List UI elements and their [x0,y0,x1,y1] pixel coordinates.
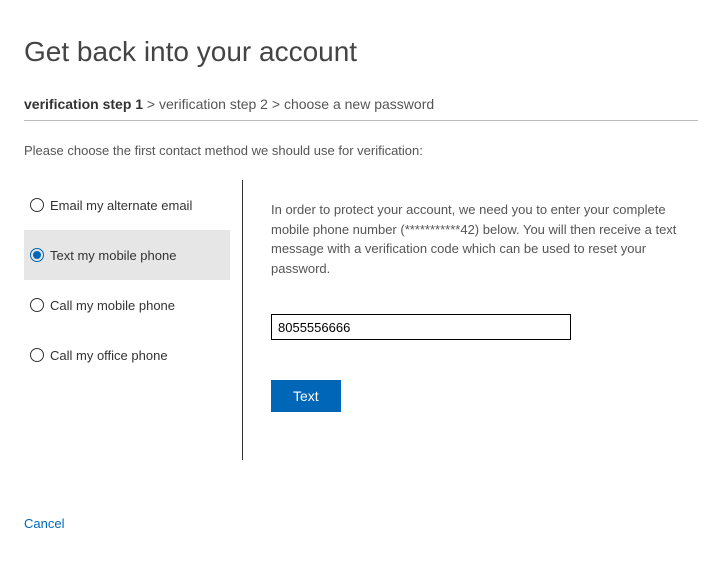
instruction-text: Please choose the first contact method w… [24,143,698,158]
radio-icon [30,198,44,212]
method-label: Call my office phone [50,348,168,363]
method-label: Call my mobile phone [50,298,175,313]
breadcrumb-sep: > [143,96,159,112]
method-description: In order to protect your account, we nee… [271,200,698,278]
phone-input[interactable] [271,314,571,340]
breadcrumb-step1: verification step 1 [24,96,143,112]
divider [24,120,698,121]
verification-area: Email my alternate email Text my mobile … [24,180,698,460]
radio-icon [30,298,44,312]
breadcrumb: verification step 1 > verification step … [24,96,698,112]
method-call-mobile[interactable]: Call my mobile phone [24,280,230,330]
breadcrumb-step2: verification step 2 [159,96,268,112]
breadcrumb-sep: > [268,96,284,112]
method-email-alternate[interactable]: Email my alternate email [24,180,230,230]
page-title: Get back into your account [24,36,698,68]
method-label: Email my alternate email [50,198,192,213]
vertical-separator [242,180,243,460]
radio-icon [30,348,44,362]
details-pane: In order to protect your account, we nee… [271,180,698,460]
breadcrumb-step3: choose a new password [284,96,434,112]
radio-icon [30,248,44,262]
method-text-mobile[interactable]: Text my mobile phone [24,230,230,280]
cancel-link[interactable]: Cancel [24,516,64,531]
method-list: Email my alternate email Text my mobile … [24,180,230,460]
text-button[interactable]: Text [271,380,341,412]
method-call-office[interactable]: Call my office phone [24,330,230,380]
method-label: Text my mobile phone [50,248,176,263]
